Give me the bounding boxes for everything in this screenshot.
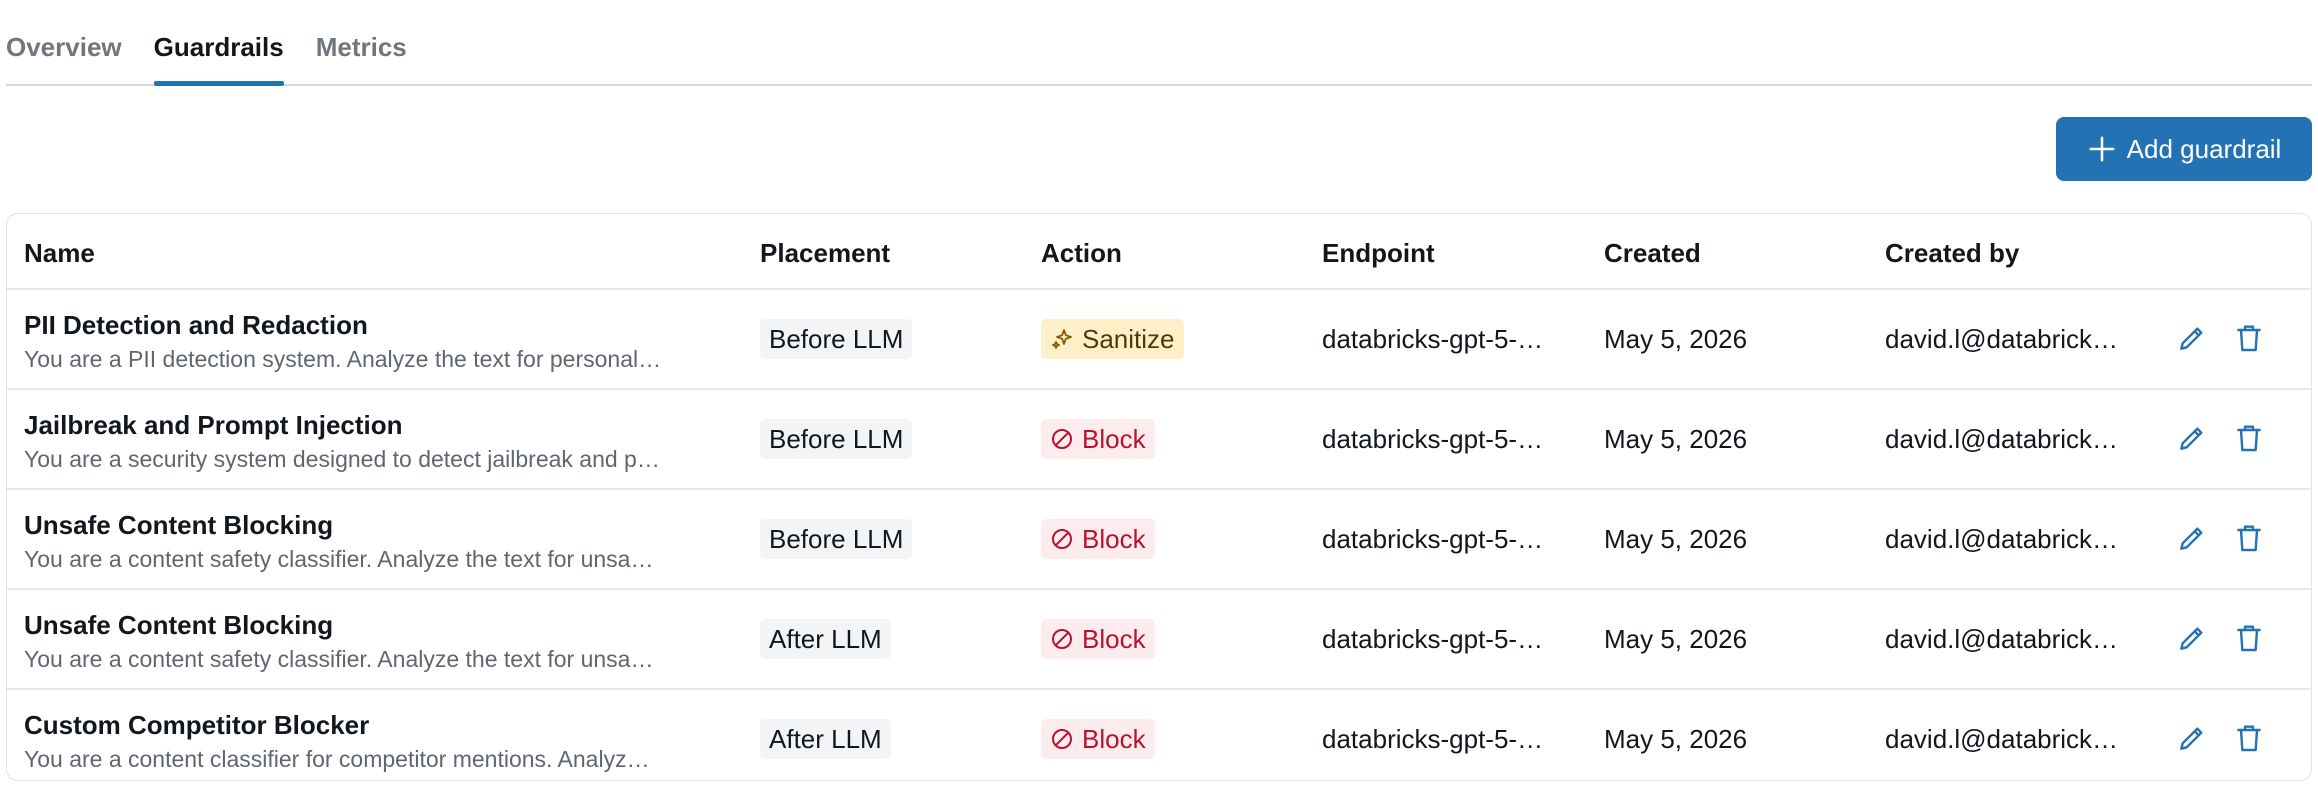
edit-pencil-icon[interactable] <box>2172 618 2212 658</box>
action-label: Block <box>1082 623 1146 654</box>
action-tag: Block <box>1041 419 1155 459</box>
endpoint-name: databricks-gpt-5-… <box>1322 624 1544 654</box>
table-row[interactable]: Unsafe Content Blocking You are a content… <box>7 490 2311 590</box>
action-tag: Sanitize <box>1041 319 1184 359</box>
column-header-placement[interactable]: Placement <box>760 238 890 269</box>
plus-icon <box>2089 136 2115 162</box>
edit-pencil-icon[interactable] <box>2172 418 2212 458</box>
block-icon <box>1050 627 1074 651</box>
table-row[interactable]: Jailbreak and Prompt Injection You are a … <box>7 390 2311 490</box>
edit-pencil-icon[interactable] <box>2172 518 2212 558</box>
created-date: May 5, 2026 <box>1604 724 1748 754</box>
created-date: May 5, 2026 <box>1604 624 1748 654</box>
endpoint-name: databricks-gpt-5-… <box>1322 324 1544 354</box>
table-row[interactable]: Custom Competitor Blocker You are a conte… <box>7 690 2311 780</box>
action-label: Block <box>1082 523 1146 554</box>
placement-tag: Before LLM <box>760 519 913 559</box>
guardrail-description: You are a content safety classifier. Ana… <box>24 546 654 572</box>
action-tag: Block <box>1041 619 1155 659</box>
placement-tag: Before LLM <box>760 319 913 359</box>
created-date: May 5, 2026 <box>1604 524 1748 554</box>
action-tag: Block <box>1041 519 1155 559</box>
guardrail-description: You are a content classifier for competi… <box>24 746 650 772</box>
created-by: david.l@databrick… <box>1885 524 2119 554</box>
edit-pencil-icon[interactable] <box>2172 318 2212 358</box>
created-by: david.l@databrick… <box>1885 724 2119 754</box>
tab-bar: Overview Guardrails Metrics <box>6 0 2312 86</box>
created-by: david.l@databrick… <box>1885 324 2119 354</box>
guardrails-table: Name Placement Action Endpoint Created C… <box>6 213 2312 781</box>
delete-trash-icon[interactable] <box>2229 718 2269 758</box>
guardrail-name[interactable]: Jailbreak and Prompt Injection <box>24 410 724 441</box>
delete-trash-icon[interactable] <box>2229 318 2269 358</box>
block-icon <box>1050 527 1074 551</box>
created-date: May 5, 2026 <box>1604 324 1748 354</box>
column-header-created-by[interactable]: Created by <box>1885 238 2019 269</box>
guardrail-description: You are a content safety classifier. Ana… <box>24 646 654 672</box>
action-tag: Block <box>1041 719 1155 759</box>
sparkle-icon <box>1050 327 1074 351</box>
guardrail-name[interactable]: Unsafe Content Blocking <box>24 610 724 641</box>
add-guardrail-label: Add guardrail <box>2126 133 2282 164</box>
table-row[interactable]: PII Detection and Redaction You are a PII… <box>7 290 2311 390</box>
endpoint-name: databricks-gpt-5-… <box>1322 424 1544 454</box>
action-label: Block <box>1082 423 1146 454</box>
action-label: Block <box>1082 723 1146 754</box>
edit-pencil-icon[interactable] <box>2172 718 2212 758</box>
column-header-name[interactable]: Name <box>24 238 95 269</box>
action-label: Sanitize <box>1082 323 1175 354</box>
placement-tag: After LLM <box>760 619 891 659</box>
add-guardrail-button[interactable]: Add guardrail <box>2056 117 2312 181</box>
tab-overview[interactable]: Overview <box>6 0 122 84</box>
tab-guardrails[interactable]: Guardrails <box>153 0 284 86</box>
placement-tag: After LLM <box>760 719 891 759</box>
guardrail-name[interactable]: Unsafe Content Blocking <box>24 510 724 541</box>
column-header-endpoint[interactable]: Endpoint <box>1322 238 1435 269</box>
guardrail-name[interactable]: PII Detection and Redaction <box>24 310 724 341</box>
delete-trash-icon[interactable] <box>2229 418 2269 458</box>
guardrail-description: You are a PII detection system. Analyze … <box>24 346 662 372</box>
delete-trash-icon[interactable] <box>2229 518 2269 558</box>
column-header-action[interactable]: Action <box>1041 238 1122 269</box>
guardrail-description: You are a security system designed to de… <box>24 446 660 472</box>
delete-trash-icon[interactable] <box>2229 618 2269 658</box>
tab-metrics[interactable]: Metrics <box>316 0 407 84</box>
created-by: david.l@databrick… <box>1885 424 2119 454</box>
column-header-created[interactable]: Created <box>1604 238 1701 269</box>
table-row[interactable]: Unsafe Content Blocking You are a content… <box>7 590 2311 690</box>
endpoint-name: databricks-gpt-5-… <box>1322 724 1544 754</box>
table-header: Name Placement Action Endpoint Created C… <box>7 214 2311 290</box>
created-by: david.l@databrick… <box>1885 624 2119 654</box>
endpoint-name: databricks-gpt-5-… <box>1322 524 1544 554</box>
created-date: May 5, 2026 <box>1604 424 1748 454</box>
block-icon <box>1050 727 1074 751</box>
table-body: PII Detection and Redaction You are a PII… <box>7 290 2311 780</box>
guardrail-name[interactable]: Custom Competitor Blocker <box>24 710 724 741</box>
placement-tag: Before LLM <box>760 419 913 459</box>
block-icon <box>1050 427 1074 451</box>
